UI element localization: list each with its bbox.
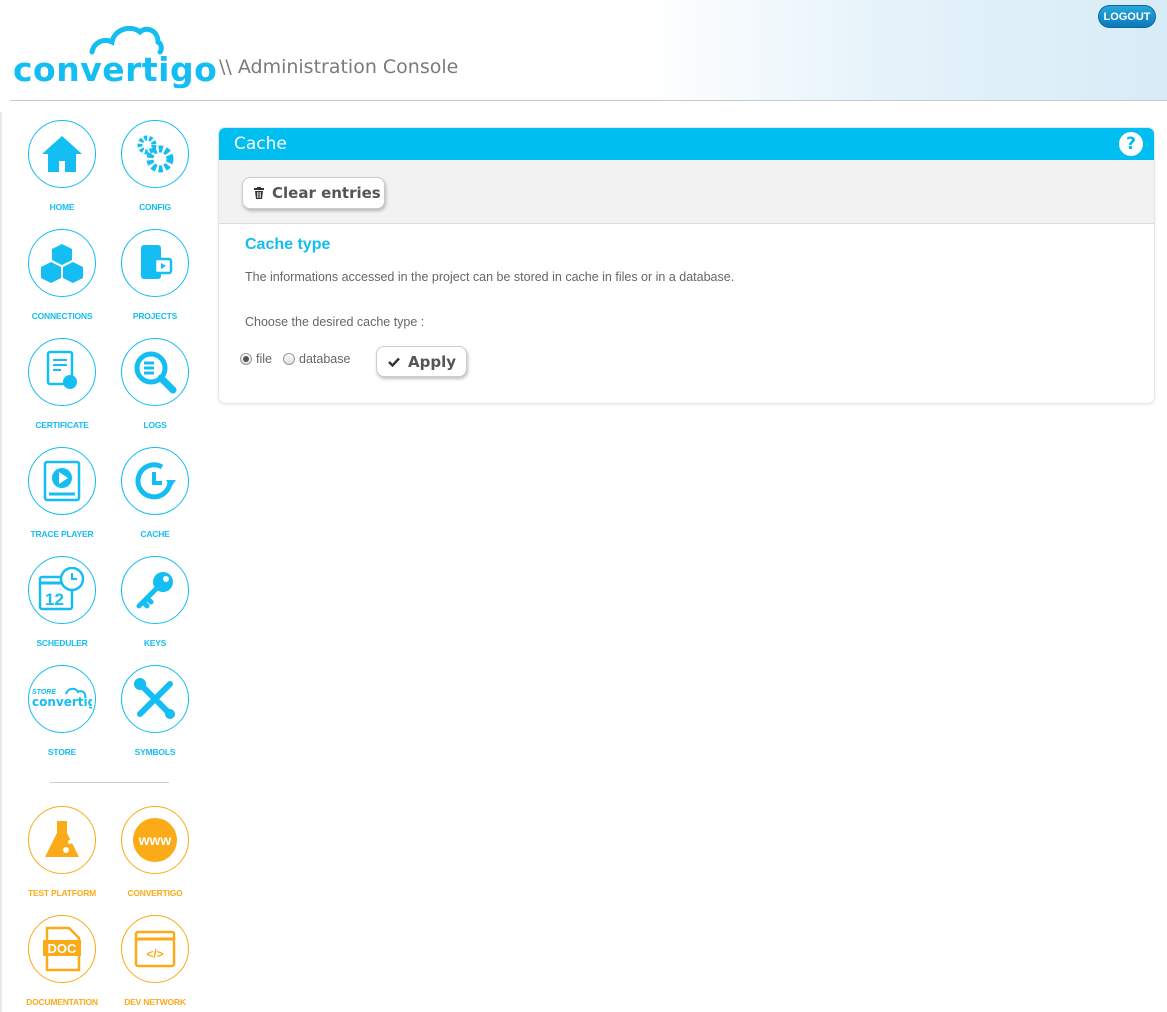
radio-database[interactable]: database	[283, 352, 350, 366]
clear-entries-button[interactable]: Clear entries	[242, 177, 385, 209]
sidebar: HOME CONFIG CONNECTIONS PROJECTS CERTIFICATE…	[0, 112, 205, 1012]
sidebar-item-projects[interactable]: PROJECTS	[110, 229, 200, 321]
sidebar-item-label: SYMBOLS	[134, 747, 176, 757]
sidebar-item-label: KEYS	[143, 638, 167, 648]
sidebar-item-scheduler[interactable]: 12 SCHEDULER	[17, 556, 107, 648]
radio-file-dot[interactable]	[240, 353, 252, 365]
sidebar-item-cache[interactable]: CACHE	[110, 447, 200, 539]
sidebar-item-label: PROJECTS	[132, 311, 178, 321]
sidebar-item-label: CONNECTIONS	[31, 311, 93, 321]
cache-panel: Cache ? Clear entries Cache type The inf…	[218, 127, 1155, 404]
projects-icon	[121, 229, 189, 297]
clock-refresh-icon	[121, 447, 189, 515]
code-window-icon: </>	[121, 915, 189, 983]
sidebar-item-config[interactable]: CONFIG	[110, 120, 200, 212]
sidebar-item-label: CACHE	[140, 529, 170, 539]
sidebar-item-label: SCHEDULER	[36, 638, 88, 648]
radio-database-label: database	[299, 352, 351, 366]
page-title: \\ Administration Console	[219, 56, 459, 78]
sidebar-item-label: CONVERTIGO	[127, 888, 183, 898]
key-icon	[121, 556, 189, 624]
svg-text:convertigo: convertigo	[32, 695, 92, 709]
flask-icon	[28, 806, 96, 874]
sidebar-item-store[interactable]: STOREconvertigo STORE	[17, 665, 107, 757]
choose-label: Choose the desired cache type :	[245, 315, 425, 329]
sidebar-item-symbols[interactable]: SYMBOLS	[110, 665, 200, 757]
panel-toolbar: Clear entries	[219, 160, 1154, 224]
sidebar-item-label: HOME	[49, 202, 75, 212]
sidebar-item-label: TRACE PLAYER	[30, 529, 94, 539]
store-icon: STOREconvertigo	[28, 665, 96, 733]
sidebar-item-convertigo[interactable]: www CONVERTIGO	[110, 806, 200, 898]
sidebar-item-test-platform[interactable]: TEST PLATFORM	[17, 806, 107, 898]
doc-icon: DOC	[28, 915, 96, 983]
sidebar-item-trace-player[interactable]: TRACE PLAYER	[17, 447, 107, 539]
sidebar-item-label: CONFIG	[139, 202, 171, 212]
cubes-icon	[28, 229, 96, 297]
clear-entries-label: Clear entries	[272, 184, 381, 202]
tools-icon	[121, 665, 189, 733]
svg-text:</>: </>	[146, 947, 163, 961]
svg-text:DOC: DOC	[48, 941, 78, 956]
sidebar-item-logs[interactable]: LOGS	[110, 338, 200, 430]
header-divider	[10, 100, 1167, 101]
sidebar-item-label: DOCUMENTATION	[26, 997, 98, 1007]
sidebar-item-home[interactable]: HOME	[17, 120, 107, 212]
sidebar-item-keys[interactable]: KEYS	[110, 556, 200, 648]
help-icon[interactable]: ?	[1119, 132, 1143, 156]
section-title: Cache type	[245, 236, 331, 253]
svg-text:www: www	[138, 832, 172, 848]
panel-header: Cache ?	[219, 128, 1154, 160]
sidebar-item-dev-network[interactable]: </> DEV NETWORK	[110, 915, 200, 1007]
sidebar-item-label: STORE	[47, 747, 77, 757]
trash-icon	[254, 187, 264, 199]
convertigo-logo[interactable]: convertigo	[13, 22, 217, 89]
certificate-icon	[28, 338, 96, 406]
radio-database-dot[interactable]	[283, 353, 295, 365]
home-icon	[28, 120, 96, 188]
sidebar-item-connections[interactable]: CONNECTIONS	[17, 229, 107, 321]
www-icon: www	[121, 806, 189, 874]
radio-file-label: file	[256, 352, 272, 366]
logout-button[interactable]: LOGOUT	[1098, 5, 1156, 28]
sidebar-item-label: DEV NETWORK	[124, 997, 186, 1007]
svg-text:12: 12	[45, 590, 64, 609]
sidebar-item-certificate[interactable]: CERTIFICATE	[17, 338, 107, 430]
panel-title: Cache	[234, 134, 287, 154]
sidebar-item-documentation[interactable]: DOC DOCUMENTATION	[17, 915, 107, 1007]
header: convertigo \\ Administration Console LOG…	[0, 0, 1167, 101]
apply-label: Apply	[408, 352, 457, 371]
play-icon	[28, 447, 96, 515]
apply-button[interactable]: Apply	[376, 346, 467, 377]
sidebar-item-label: CERTIFICATE	[35, 420, 89, 430]
radio-file[interactable]: file	[240, 352, 272, 366]
description: The informations accessed in the project…	[245, 270, 735, 284]
logs-search-icon	[121, 338, 189, 406]
sidebar-item-label: LOGS	[143, 420, 167, 430]
sidebar-item-label: TEST PLATFORM	[27, 888, 97, 898]
gears-icon	[121, 120, 189, 188]
sidebar-divider	[50, 782, 169, 783]
calendar-icon: 12	[28, 556, 96, 624]
check-icon	[388, 357, 400, 367]
